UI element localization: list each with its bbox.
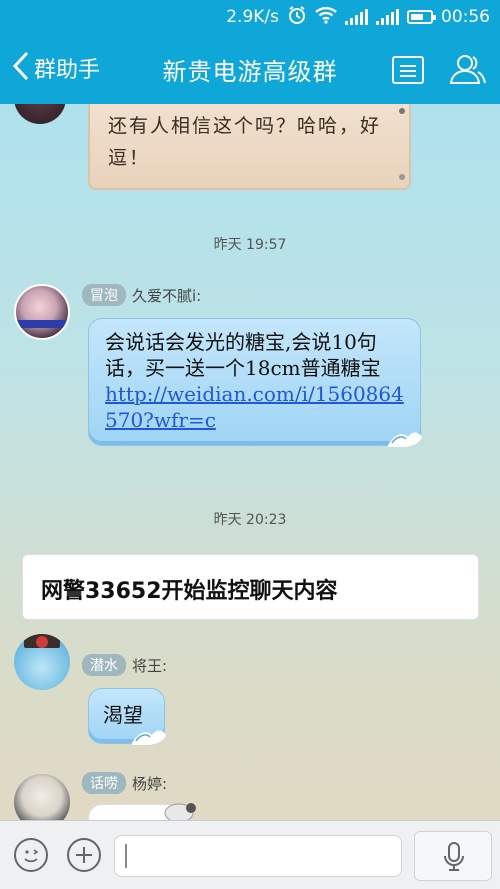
image-message-text: 还有人相信这个吗？哈哈，好逗！	[108, 115, 382, 169]
menu-list-icon[interactable]	[392, 56, 424, 84]
image-detail-2	[399, 174, 405, 180]
avatar-hat-gem	[36, 636, 48, 648]
plus-icon[interactable]	[67, 838, 101, 872]
sender-line: 冒泡 久爱不腻i:	[82, 284, 201, 306]
signal-icon	[345, 9, 368, 25]
message-bubble[interactable]	[88, 803, 196, 820]
voice-button[interactable]	[414, 831, 492, 881]
wifi-icon	[315, 6, 337, 28]
sender-name[interactable]: 久爱不腻i:	[132, 285, 201, 306]
rank-badge: 潜水	[82, 654, 126, 676]
input-bar	[0, 820, 500, 889]
timestamp: 昨天 19:57	[213, 237, 287, 253]
image-message[interactable]: 还有人相信这个吗？哈哈，好逗！	[88, 104, 411, 190]
sender-name[interactable]: 杨婷:	[132, 773, 167, 794]
rank-badge: 话唠	[82, 772, 126, 794]
battery-icon	[407, 10, 436, 24]
group-members-icon[interactable]	[448, 52, 488, 86]
message-text: 会说话会发光的糖宝,会说10句话，买一送一个18cm普通糖宝	[105, 330, 381, 380]
emoji-icon[interactable]	[14, 838, 48, 872]
sender-line: 潜水 将王:	[82, 654, 167, 676]
wave-decoration-icon	[388, 432, 422, 447]
rank-badge: 冒泡	[82, 284, 126, 306]
status-time: 00:56	[441, 7, 490, 27]
network-speed: 2.9K/s	[226, 7, 279, 27]
message-input[interactable]	[114, 835, 402, 877]
avatar-caption-strip	[16, 320, 68, 328]
system-notice: 网警33652开始监控聊天内容	[22, 554, 479, 620]
signal-icon-2	[376, 9, 399, 25]
text-caret	[125, 844, 127, 868]
microphone-icon	[444, 842, 464, 871]
avatar[interactable]	[14, 104, 66, 124]
timestamp: 昨天 20:23	[213, 512, 287, 528]
title-bar: 群助手 新贵电游高级群	[0, 34, 500, 104]
avatar[interactable]	[14, 284, 70, 340]
message-bubble[interactable]: 会说话会发光的糖宝,会说10句话，买一送一个18cm普通糖宝 http://we…	[88, 318, 422, 447]
chat-title: 新贵电游高级群	[162, 58, 338, 86]
status-bar: 2.9K/s 00:56	[0, 0, 500, 34]
image-detail	[399, 108, 405, 114]
sheep-decoration-icon	[164, 803, 196, 820]
avatar[interactable]	[14, 634, 70, 690]
avatar[interactable]	[14, 774, 70, 820]
message-link[interactable]: http://weidian.com/i/1560864570?wfr=c	[105, 382, 404, 432]
wave-decoration-icon	[132, 730, 166, 745]
sender-name[interactable]: 将王:	[132, 655, 167, 676]
chat-area[interactable]: 还有人相信这个吗？哈哈，好逗！ 昨天 19:57 冒泡 久爱不腻i: 会说话会发…	[0, 104, 500, 820]
message-bubble[interactable]: 渴望	[88, 688, 166, 745]
sender-line: 话唠 杨婷:	[82, 772, 167, 794]
alarm-icon	[287, 5, 307, 29]
